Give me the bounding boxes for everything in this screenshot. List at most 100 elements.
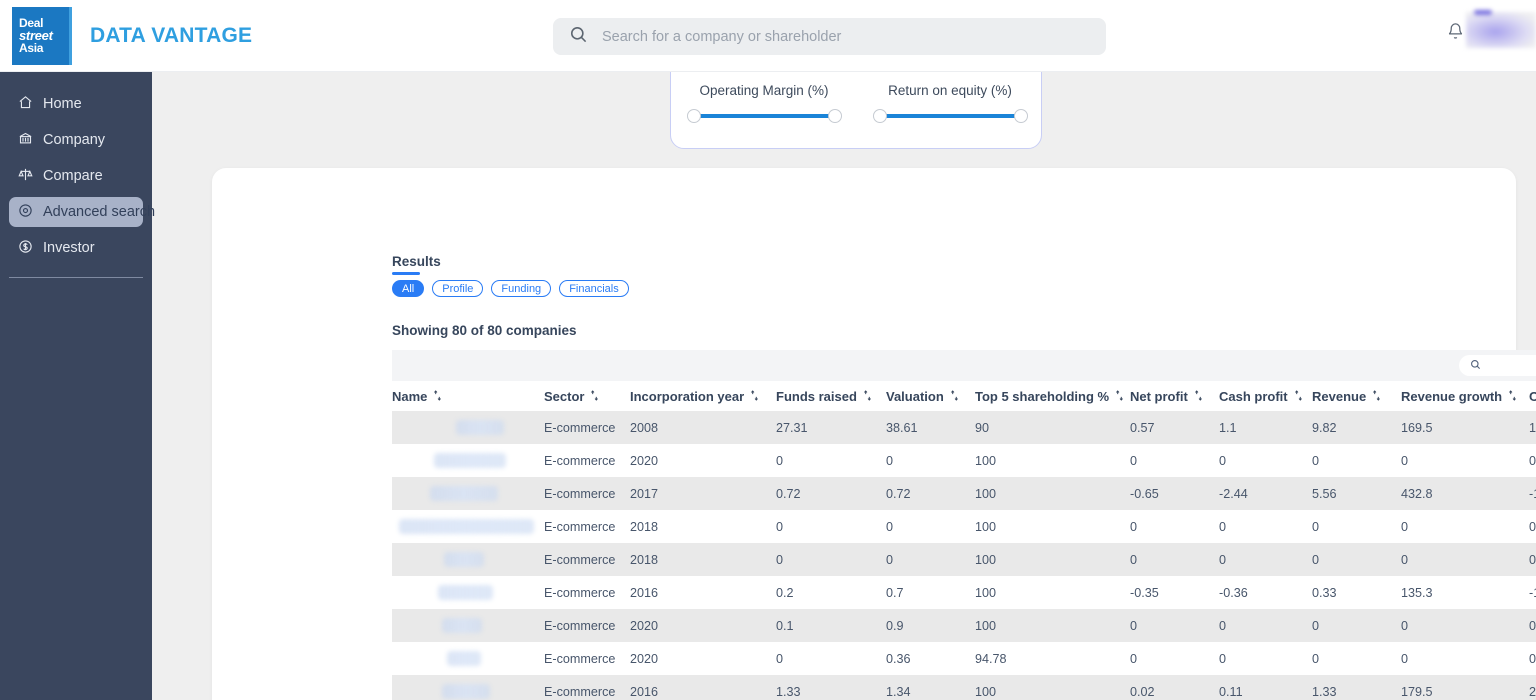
chip-financials[interactable]: Financials [559,280,629,297]
sort-icon[interactable] [1372,389,1381,404]
sort-icon[interactable] [950,389,959,404]
table-toolbar [392,350,1536,381]
sidebar-item-home[interactable]: Home [9,89,143,119]
table-row[interactable]: E-commerce 2020 0.1 0.9 100 0 0 0 0 0 [392,609,1536,642]
sidebar-item-label: Advanced search [43,204,155,220]
cell-revenue-growth: 432.8 [1401,477,1529,510]
cell-valuation: 0 [886,543,975,576]
search-input[interactable] [602,29,1062,45]
cell-top5: 100 [975,543,1130,576]
cell-valuation: 0.7 [886,576,975,609]
global-search[interactable] [553,18,1106,55]
cell-name [392,444,544,477]
sidebar-item-label: Home [43,96,82,112]
sort-icon[interactable] [1294,389,1303,404]
column-header-operating-margin[interactable]: Operating marg [1529,381,1536,411]
filter-return-on-equity: Return on equity (%) [857,83,1043,124]
column-header-net-profit[interactable]: Net profit [1130,381,1219,411]
sort-icon[interactable] [590,389,599,404]
table-row[interactable]: E-commerce 2016 1.33 1.34 100 0.02 0.11 … [392,675,1536,700]
cell-cash-profit: 0 [1219,543,1312,576]
cell-revenue: 5.56 [1312,477,1401,510]
cell-funds-raised: 27.31 [776,411,886,444]
column-header-valuation[interactable]: Valuation [886,381,975,411]
chip-funding[interactable]: Funding [491,280,551,297]
sort-icon[interactable] [863,389,872,404]
cell-incorporation-year: 2020 [630,609,776,642]
cell-top5: 100 [975,675,1130,700]
sort-icon[interactable] [1115,389,1124,404]
cell-operating-margin: 0 [1529,543,1536,576]
cell-valuation: 0 [886,444,975,477]
table-header-row: Name Sector Incorporation year Funds rai… [392,381,1536,411]
table-row[interactable]: E-commerce 2018 0 0 100 0 0 0 0 0 [392,543,1536,576]
column-header-funds-raised[interactable]: Funds raised [776,381,886,411]
cell-revenue-growth: 0 [1401,609,1529,642]
results-tab[interactable]: Results [392,254,441,275]
chip-all[interactable]: All [392,280,424,297]
cell-net-profit: 0 [1130,642,1219,675]
table-search[interactable] [1459,355,1536,376]
column-header-sector[interactable]: Sector [544,381,630,411]
user-avatar[interactable] [1466,12,1536,48]
cell-name [392,543,544,576]
table-row[interactable]: E-commerce 2020 0 0.36 94.78 0 0 0 0 0 [392,642,1536,675]
cell-net-profit: 0 [1130,444,1219,477]
cell-funds-raised: 0 [776,510,886,543]
cell-incorporation-year: 2018 [630,543,776,576]
table-search-input[interactable] [1487,360,1536,372]
table-row[interactable]: E-commerce 2017 0.72 0.72 100 -0.65 -2.4… [392,477,1536,510]
cell-name [392,477,544,510]
logo-line-3: Asia [19,42,69,55]
cell-revenue-growth: 0 [1401,444,1529,477]
sidebar-item-compare[interactable]: Compare [9,161,143,191]
column-header-revenue-growth[interactable]: Revenue growth [1401,381,1529,411]
sidebar-item-investor[interactable]: Investor [9,233,143,263]
sidebar-item-company[interactable]: Company [9,125,143,155]
sort-icon[interactable] [1508,389,1517,404]
cell-revenue: 9.82 [1312,411,1401,444]
column-label: Revenue [1312,389,1366,404]
cell-funds-raised: 1.33 [776,675,886,700]
cell-name [392,609,544,642]
table-row[interactable]: E-commerce 2018 0 0 100 0 0 0 0 0 [392,510,1536,543]
cell-operating-margin: -105.83 [1529,576,1536,609]
slider-handle-min[interactable] [873,109,887,123]
slider-handle-max[interactable] [828,109,842,123]
sort-icon[interactable] [433,389,442,404]
table-header: Name Sector Incorporation year Funds rai… [392,381,1536,411]
table-row[interactable]: E-commerce 2008 27.31 38.61 90 0.57 1.1 … [392,411,1536,444]
dealstreetasia-logo[interactable]: Deal street Asia [12,7,72,65]
cell-valuation: 38.61 [886,411,975,444]
bell-icon[interactable] [1447,22,1464,45]
slider-handle-min[interactable] [687,109,701,123]
cell-incorporation-year: 2017 [630,477,776,510]
column-header-cash-profit[interactable]: Cash profit [1219,381,1312,411]
column-label: Sector [544,389,584,404]
column-label: Funds raised [776,389,857,404]
operating-margin-slider[interactable] [687,108,842,124]
column-header-name[interactable]: Name [392,381,544,411]
column-header-incorporation-year[interactable]: Incorporation year [630,381,776,411]
sort-icon[interactable] [750,389,759,404]
cell-incorporation-year: 2016 [630,675,776,700]
cell-name [392,576,544,609]
scales-icon [18,167,33,186]
cell-operating-margin: 0 [1529,444,1536,477]
slider-label: Operating Margin (%) [699,83,828,98]
cell-operating-margin: 0 [1529,609,1536,642]
slider-handle-max[interactable] [1014,109,1028,123]
column-header-top5-shareholding[interactable]: Top 5 shareholding % [975,381,1130,411]
cell-sector: E-commerce [544,411,630,444]
cell-revenue-growth: 169.5 [1401,411,1529,444]
chip-profile[interactable]: Profile [432,280,483,297]
sidebar-item-advanced-search[interactable]: Advanced search [9,197,143,227]
table-row[interactable]: E-commerce 2016 0.2 0.7 100 -0.35 -0.36 … [392,576,1536,609]
cell-incorporation-year: 2020 [630,642,776,675]
sort-icon[interactable] [1194,389,1203,404]
column-header-revenue[interactable]: Revenue [1312,381,1401,411]
slider-track [879,114,1022,118]
column-label: Operating marg [1529,389,1536,404]
return-on-equity-slider[interactable] [873,108,1028,124]
table-row[interactable]: E-commerce 2020 0 0 100 0 0 0 0 0 [392,444,1536,477]
